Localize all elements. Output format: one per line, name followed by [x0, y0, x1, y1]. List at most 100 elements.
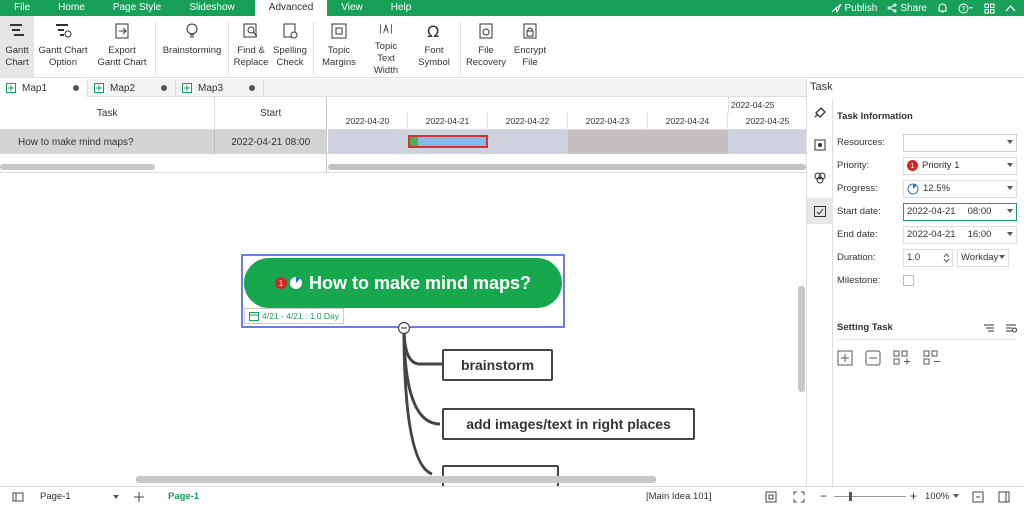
- gantt-chart-button[interactable]: Gantt Chart: [0, 16, 34, 77]
- duration-unit-dropdown[interactable]: Workday: [957, 248, 1009, 267]
- add-subtask-icon[interactable]: [893, 350, 911, 366]
- menu-slideshow[interactable]: Slideshow: [175, 0, 249, 16]
- tab-map1[interactable]: Map1: [0, 79, 88, 97]
- help-icon[interactable]: ?: [958, 3, 974, 14]
- task-info-tag[interactable]: 4/21 - 4/21 : 1.0 Day: [244, 308, 345, 324]
- end-date-field[interactable]: 2022-04-21 16:00: [903, 225, 1017, 244]
- panel-toggle-icon[interactable]: [998, 491, 1010, 503]
- spelling-check-button[interactable]: Spelling Check: [270, 16, 310, 77]
- resources-dropdown[interactable]: [903, 133, 1017, 152]
- chevron-down-icon: [1007, 139, 1013, 144]
- bell-icon[interactable]: [937, 2, 948, 14]
- file-recovery-button[interactable]: File Recovery: [464, 16, 508, 77]
- progress-pie-icon[interactable]: [289, 276, 303, 290]
- gantt-col-start[interactable]: Start: [215, 97, 326, 129]
- gantt-table-scrollbar[interactable]: [0, 164, 155, 170]
- milestone-label: Milestone:: [837, 275, 881, 286]
- map-file-icon: [182, 83, 192, 93]
- sort-icon[interactable]: [983, 323, 995, 333]
- export-gantt-chart-button[interactable]: Export Gantt Chart: [92, 16, 152, 77]
- sidebar-style[interactable]: [807, 99, 833, 125]
- remove-subtask-icon[interactable]: [923, 350, 941, 366]
- menu-home[interactable]: Home: [44, 0, 99, 16]
- lightbulb-icon: [186, 23, 198, 38]
- gantt-chart-scrollbar[interactable]: [328, 164, 806, 170]
- add-page-icon[interactable]: [134, 491, 144, 502]
- gantt-date-header: 2022-04-20 2022-04-21 2022-04-22 2022-04…: [328, 113, 808, 130]
- ribbon-separator: [460, 22, 461, 74]
- priority-badge[interactable]: 1: [274, 277, 287, 289]
- main-topic[interactable]: 1 How to make mind maps?: [244, 258, 562, 308]
- duration-value: 1.0: [907, 252, 921, 263]
- menu-view[interactable]: View: [327, 0, 377, 16]
- menu-advanced[interactable]: Advanced: [254, 0, 328, 16]
- canvas-horizontal-scrollbar[interactable]: [136, 476, 656, 483]
- unsaved-dot[interactable]: [249, 85, 255, 91]
- zoom-out-button[interactable]: −: [820, 489, 827, 503]
- filter-settings-icon[interactable]: [1005, 323, 1017, 333]
- gantt-progress-fill: [410, 137, 418, 146]
- spelling-check-icon: [283, 23, 298, 39]
- paint-icon: [814, 107, 826, 118]
- remove-task-icon[interactable]: [865, 350, 881, 366]
- menu-page-style[interactable]: Page Style: [99, 0, 175, 16]
- gantt-col-task[interactable]: Task: [0, 97, 216, 129]
- page-panel-icon[interactable]: [12, 492, 24, 502]
- ribbon-toolbar: Gantt Chart Gantt Chart Option Export Ga…: [0, 16, 1024, 78]
- gantt-task-bar[interactable]: [408, 135, 488, 148]
- sidebar-task[interactable]: [807, 198, 833, 224]
- stepper-arrows-icon[interactable]: [943, 252, 950, 264]
- fullscreen-icon[interactable]: [793, 491, 805, 503]
- fit-window-icon[interactable]: [972, 491, 984, 503]
- chevron-down-icon[interactable]: [953, 494, 959, 498]
- tab-label: Map1: [22, 82, 48, 94]
- zoom-level[interactable]: 100%: [925, 491, 949, 502]
- gantt-chart-option-button[interactable]: Gantt Chart Option: [34, 16, 92, 77]
- collapse-icon[interactable]: [397, 321, 411, 335]
- zoom-slider-thumb[interactable]: [849, 492, 852, 501]
- collapse-ribbon-icon[interactable]: [1005, 3, 1016, 14]
- progress-label: Progress:: [837, 183, 878, 194]
- add-task-icon[interactable]: [837, 350, 853, 366]
- priority-row: Priority: 1 Priority 1: [837, 154, 1017, 177]
- share-button[interactable]: Share: [887, 3, 927, 14]
- find-replace-button[interactable]: Find & Replace: [232, 16, 270, 77]
- page-select[interactable]: Page-1: [40, 491, 122, 502]
- zoom-slider[interactable]: [834, 492, 906, 501]
- page-select-value: Page-1: [40, 491, 71, 502]
- font-symbol-button[interactable]: Ω Font Symbol: [411, 16, 457, 77]
- sidebar-clipart[interactable]: [807, 165, 833, 191]
- start-date-field[interactable]: 2022-04-21 08:00: [903, 202, 1017, 221]
- gantt-chart-option-label: Gantt Chart Option: [38, 45, 88, 68]
- gantt-table: Task Start How to make mind maps? 2022-0…: [0, 97, 327, 173]
- unsaved-dot[interactable]: [161, 85, 167, 91]
- fit-page-icon[interactable]: [765, 491, 777, 503]
- menu-help[interactable]: Help: [377, 0, 426, 16]
- topic-margins-button[interactable]: Topic Margins: [317, 16, 361, 77]
- apps-icon[interactable]: [984, 3, 995, 14]
- duration-stepper[interactable]: 1.0: [903, 248, 953, 267]
- priority-dropdown[interactable]: 1 Priority 1: [903, 156, 1017, 175]
- encrypt-file-button[interactable]: Encrypt File: [508, 16, 552, 77]
- mindmap-canvas[interactable]: 1 How to make mind maps? 4/21 - 4/21 : 1…: [0, 174, 806, 486]
- brainstorming-button[interactable]: Brainstorming: [159, 16, 225, 77]
- tab-map3[interactable]: Map3: [176, 79, 264, 97]
- canvas-vertical-scrollbar[interactable]: [798, 286, 805, 392]
- resources-label: Resources:: [837, 137, 886, 148]
- tab-map2[interactable]: Map2: [88, 79, 176, 97]
- zoom-in-button[interactable]: +: [910, 489, 917, 503]
- sidebar-outline[interactable]: [807, 132, 833, 158]
- subtopic-brainstorm[interactable]: brainstorm: [442, 349, 553, 381]
- progress-dropdown[interactable]: 12.5%: [903, 179, 1017, 198]
- page-tab[interactable]: Page-1: [168, 491, 199, 502]
- menu-file[interactable]: File: [0, 0, 44, 16]
- gantt-row[interactable]: How to make mind maps? 2022-04-21 08:00: [0, 130, 326, 154]
- unsaved-dot[interactable]: [73, 85, 79, 91]
- publish-button[interactable]: Publish: [831, 3, 877, 14]
- milestone-checkbox[interactable]: [903, 275, 914, 286]
- gantt-date: 2022-04-22: [488, 113, 568, 129]
- topic-text-width-button[interactable]: Topic Text Width: [361, 16, 411, 77]
- setting-task-heading: Setting Task: [837, 322, 893, 333]
- gantt-chart-label: Gantt Chart: [5, 45, 29, 68]
- subtopic-add-images[interactable]: add images/text in right places: [442, 408, 695, 440]
